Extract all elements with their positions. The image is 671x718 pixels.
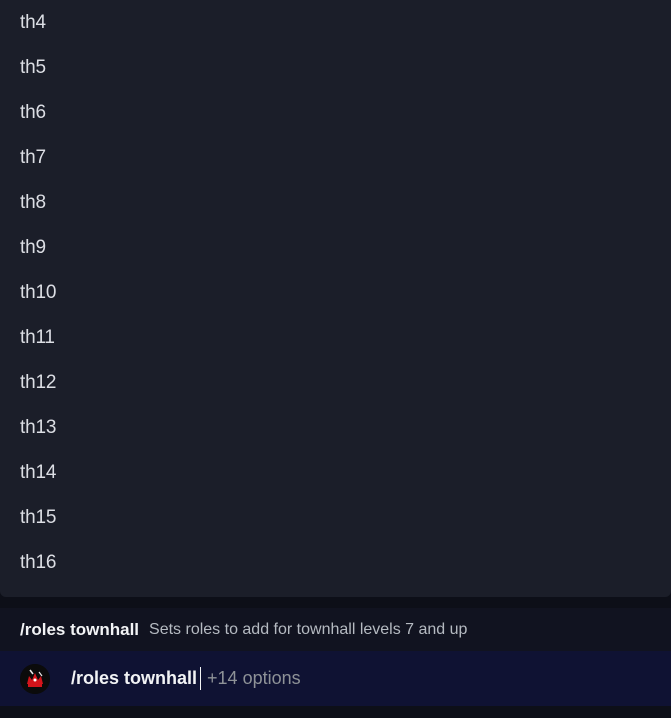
bot-avatar-icon (20, 664, 50, 694)
command-hint-description: Sets roles to add for townhall levels 7 … (149, 620, 468, 638)
input-command-text: /roles townhall (71, 668, 198, 688)
bottom-strip (0, 706, 671, 718)
option-th7[interactable]: th7 (0, 135, 671, 180)
option-th13[interactable]: th13 (0, 405, 671, 450)
chat-input-bar[interactable]: /roles townhall +14 options (0, 651, 671, 706)
option-th5[interactable]: th5 (0, 45, 671, 90)
command-hint-name: /roles townhall (20, 619, 140, 639)
option-th11[interactable]: th11 (0, 315, 671, 360)
option-th8[interactable]: th8 (0, 180, 671, 225)
command-hint-bar: /roles townhall Sets roles to add for to… (0, 608, 671, 651)
text-caret (200, 667, 202, 690)
option-th14[interactable]: th14 (0, 450, 671, 495)
option-th12[interactable]: th12 (0, 360, 671, 405)
option-th15[interactable]: th15 (0, 495, 671, 540)
chat-input-field[interactable]: /roles townhall +14 options (71, 651, 301, 706)
option-list-panel: th4 th5 th6 th7 th8 th9 th10 th11 th12 t… (0, 0, 671, 597)
option-th9[interactable]: th9 (0, 225, 671, 270)
option-th10[interactable]: th10 (0, 270, 671, 315)
app-frame: th4 th5 th6 th7 th8 th9 th10 th11 th12 t… (0, 0, 671, 718)
option-th4[interactable]: th4 (0, 0, 671, 45)
option-th16[interactable]: th16 (0, 540, 671, 585)
option-th6[interactable]: th6 (0, 90, 671, 135)
input-extra-options[interactable]: +14 options (207, 668, 301, 689)
